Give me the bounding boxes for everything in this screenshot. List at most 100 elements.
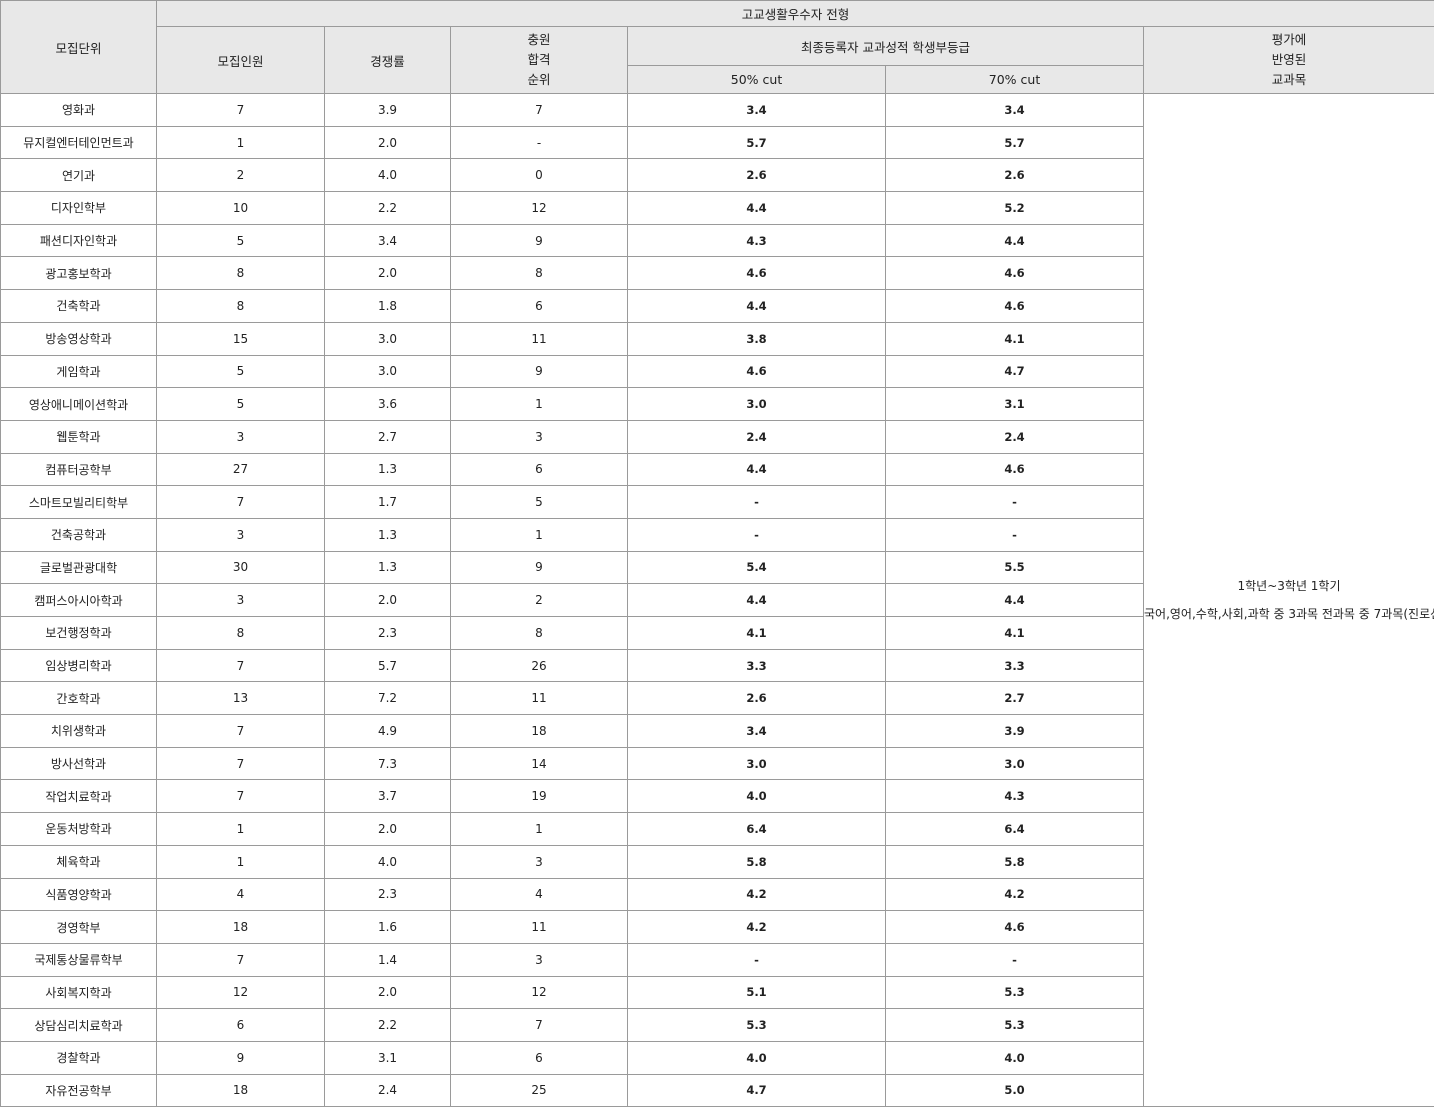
cell-competition-ratio: 7.2 (324, 681, 451, 716)
cell-cut50: 3.8 (627, 321, 886, 356)
cell-cut50: 2.6 (627, 681, 886, 716)
cell-recruit-count: 5 (156, 223, 325, 258)
cell-unit: 사회복지학과 (0, 975, 157, 1010)
header-waitlist-line2: 합격 (527, 52, 551, 67)
cell-cut50: - (627, 517, 886, 552)
cell-cut70: 4.6 (885, 289, 1144, 323)
cell-competition-ratio: 1.6 (324, 910, 451, 944)
cell-competition-ratio: 1.3 (324, 550, 451, 585)
header-competition-ratio: 경쟁률 (324, 26, 451, 94)
cell-unit: 컴퓨터공학부 (0, 452, 157, 487)
cell-unit: 경찰학과 (0, 1040, 157, 1075)
cell-unit: 치위생학과 (0, 714, 157, 748)
cell-competition-ratio: 3.4 (324, 223, 451, 258)
cell-cut70: - (885, 485, 1144, 519)
cell-recruit-count: 18 (156, 910, 325, 944)
cell-unit: 식품영양학과 (0, 877, 157, 912)
cell-competition-ratio: 2.3 (324, 616, 451, 650)
cell-waitlist-rank: 3 (450, 942, 628, 977)
cell-unit: 광고홍보학과 (0, 256, 157, 291)
cell-cut70: 4.0 (885, 1040, 1144, 1075)
cell-unit: 스마트모빌리티학부 (0, 485, 157, 519)
cell-competition-ratio: 3.0 (324, 354, 451, 389)
cell-waitlist-rank: 4 (450, 877, 628, 912)
cell-competition-ratio: 3.0 (324, 321, 451, 356)
cell-competition-ratio: 3.6 (324, 387, 451, 421)
cell-waitlist-rank: 12 (450, 975, 628, 1010)
cell-unit: 방송영상학과 (0, 321, 157, 356)
cell-cut50: 3.3 (627, 648, 886, 683)
cell-waitlist-rank: 26 (450, 648, 628, 683)
cell-cut50: - (627, 485, 886, 519)
cell-cut70: - (885, 517, 1144, 552)
cell-cut50: 3.0 (627, 746, 886, 781)
cell-cut70: 4.6 (885, 452, 1144, 487)
cell-recruit-count: 1 (156, 844, 325, 879)
cell-waitlist-rank: 6 (450, 289, 628, 323)
cell-cut50: 4.4 (627, 191, 886, 225)
cell-unit: 상담심리치료학과 (0, 1008, 157, 1042)
cell-waitlist-rank: 1 (450, 517, 628, 552)
cell-competition-ratio: 7.3 (324, 746, 451, 781)
cell-competition-ratio: 1.4 (324, 942, 451, 977)
cell-recruit-count: 3 (156, 419, 325, 454)
header-unit: 모집단위 (0, 0, 157, 94)
cell-recruit-count: 12 (156, 975, 325, 1010)
cell-cut50: 5.7 (627, 125, 886, 160)
cell-cut50: 3.4 (627, 93, 886, 127)
header-cut70: 70% cut (885, 65, 1144, 94)
cell-recruit-count: 1 (156, 812, 325, 846)
cell-cut70: 2.4 (885, 419, 1144, 454)
cell-cut70: 4.4 (885, 223, 1144, 258)
cell-cut70: 4.2 (885, 877, 1144, 912)
cell-competition-ratio: 1.7 (324, 485, 451, 519)
cell-waitlist-rank: - (450, 125, 628, 160)
cell-unit: 영상애니메이션학과 (0, 387, 157, 421)
header-admission-type: 고교생활우수자 전형 (155, 0, 1434, 27)
cell-recruit-count: 7 (156, 714, 325, 748)
cell-cut70: 2.7 (885, 681, 1144, 716)
cell-unit: 운동처방학과 (0, 812, 157, 846)
cell-unit: 영화과 (0, 93, 157, 127)
cell-recruit-count: 2 (156, 158, 325, 193)
subjects-note-line2: 국어,영어,수학,사회,과학 중 3과목 전과목 중 7과목(진로선택 2과목) (1144, 607, 1434, 622)
cell-cut50: 4.4 (627, 452, 886, 487)
cell-unit: 게임학과 (0, 354, 157, 389)
cell-cut70: 5.5 (885, 550, 1144, 585)
cell-competition-ratio: 4.9 (324, 714, 451, 748)
cell-unit: 보건행정학과 (0, 616, 157, 650)
cell-cut50: 5.3 (627, 1008, 886, 1042)
cell-cut70: 5.0 (885, 1073, 1144, 1108)
cell-waitlist-rank: 7 (450, 1008, 628, 1042)
cell-unit: 방사선학과 (0, 746, 157, 781)
cell-waitlist-rank: 19 (450, 779, 628, 814)
cell-recruit-count: 18 (156, 1073, 325, 1108)
cell-recruit-count: 30 (156, 550, 325, 585)
header-final-grade: 최종등록자 교과성적 학생부등급 (627, 26, 1144, 66)
cell-cut50: 4.2 (627, 910, 886, 944)
cell-competition-ratio: 2.0 (324, 256, 451, 291)
cell-waitlist-rank: 9 (450, 550, 628, 585)
cell-unit: 디자인학부 (0, 191, 157, 225)
cell-waitlist-rank: 6 (450, 1040, 628, 1075)
cell-waitlist-rank: 12 (450, 191, 628, 225)
cell-recruit-count: 7 (156, 648, 325, 683)
cell-cut70: 3.1 (885, 387, 1144, 421)
cell-cut50: 4.6 (627, 354, 886, 389)
cell-cut70: 4.3 (885, 779, 1144, 814)
cell-waitlist-rank: 11 (450, 321, 628, 356)
cell-competition-ratio: 1.3 (324, 452, 451, 487)
cell-competition-ratio: 3.7 (324, 779, 451, 814)
cell-competition-ratio: 1.3 (324, 517, 451, 552)
cell-cut70: 3.3 (885, 648, 1144, 683)
cell-waitlist-rank: 1 (450, 812, 628, 846)
cell-recruit-count: 3 (156, 517, 325, 552)
cell-waitlist-rank: 2 (450, 583, 628, 617)
cell-cut50: 4.0 (627, 779, 886, 814)
cell-cut70: 2.6 (885, 158, 1144, 193)
cell-cut50: 4.4 (627, 583, 886, 617)
cell-cut50: 4.6 (627, 256, 886, 291)
cell-cut50: 3.0 (627, 387, 886, 421)
cell-waitlist-rank: 5 (450, 485, 628, 519)
table-row: 영화과 7 3.9 7 3.4 3.4 1학년~3학년 1학기 국어,영어,수학,사회,과학 … (0, 92, 1434, 1108)
